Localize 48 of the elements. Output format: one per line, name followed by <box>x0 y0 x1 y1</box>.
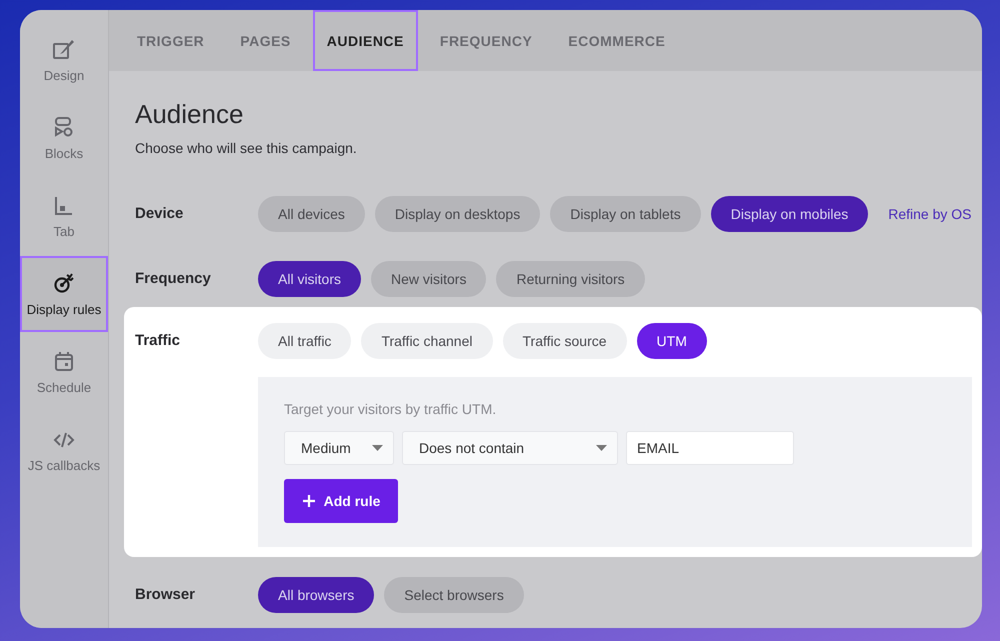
value-input[interactable]: EMAIL <box>626 431 794 465</box>
panel-hint: Target your visitors by traffic UTM. <box>284 401 498 417</box>
tab[interactable]: AUDIENCE <box>312 10 418 71</box>
sidebar-item[interactable]: Display rules <box>20 256 108 332</box>
option-chip[interactable]: All devices <box>258 196 365 232</box>
refine-link[interactable]: Refine by OS <box>888 206 972 222</box>
parameter-select[interactable]: Medium <box>284 431 394 465</box>
sidebar-item[interactable]: Schedule <box>20 334 108 410</box>
sidebar-item-label: Display rules <box>26 302 102 316</box>
tab[interactable]: PAGES <box>226 10 305 71</box>
sidebar-item[interactable]: Blocks <box>20 100 108 176</box>
sidebar-item-label: Blocks <box>44 146 84 160</box>
brush-icon <box>52 38 76 62</box>
sidebar-item-label: Schedule <box>36 380 92 394</box>
section-label: Frequency <box>135 269 212 289</box>
operator-select[interactable]: Does not contain <box>402 431 618 465</box>
tab[interactable]: FREQUENCY <box>426 10 546 71</box>
add-rule-button[interactable]: Add rule <box>284 479 398 523</box>
option-chip[interactable]: New visitors <box>371 261 486 297</box>
option-chip[interactable]: All traffic <box>258 323 352 359</box>
tab[interactable]: ECOMMERCE <box>554 10 680 71</box>
option-chip[interactable]: All browsers <box>258 577 374 613</box>
option-chip[interactable]: All visitors <box>258 261 362 297</box>
sidebar-item-label: Design <box>44 68 84 82</box>
option-chip[interactable]: Returning visitors <box>496 261 645 297</box>
option-chip[interactable]: Select browsers <box>384 577 524 613</box>
sidebar-item[interactable]: Tab <box>20 178 108 254</box>
sidebar-item-label: Tab <box>54 224 74 238</box>
section-label: Device <box>135 204 184 224</box>
section-label: Traffic <box>135 331 182 351</box>
caret-icon <box>372 445 383 451</box>
option-chip[interactable]: Display on desktops <box>374 196 540 232</box>
sidebar-item-label: JS callbacks <box>28 458 100 472</box>
calendar-icon <box>52 350 76 374</box>
option-chip[interactable]: Traffic source <box>502 323 627 359</box>
option-chip[interactable]: Traffic channel <box>361 323 492 359</box>
tab[interactable]: TRIGGER <box>123 10 218 71</box>
sidebar-item[interactable]: JS callbacks <box>20 412 108 488</box>
option-chip[interactable]: UTM <box>636 323 707 359</box>
section-label: Browser <box>135 585 196 605</box>
option-chip[interactable]: Display on mobiles <box>710 196 868 232</box>
sidebar-item[interactable]: Design <box>20 22 108 98</box>
caret-icon <box>596 445 607 451</box>
page-subtitle: Choose who will see this campaign. <box>135 140 358 156</box>
page-title: Audience <box>135 99 244 130</box>
option-chip[interactable]: Display on tablets <box>550 196 701 232</box>
plus-icon <box>302 494 316 508</box>
target-icon <box>52 272 76 296</box>
